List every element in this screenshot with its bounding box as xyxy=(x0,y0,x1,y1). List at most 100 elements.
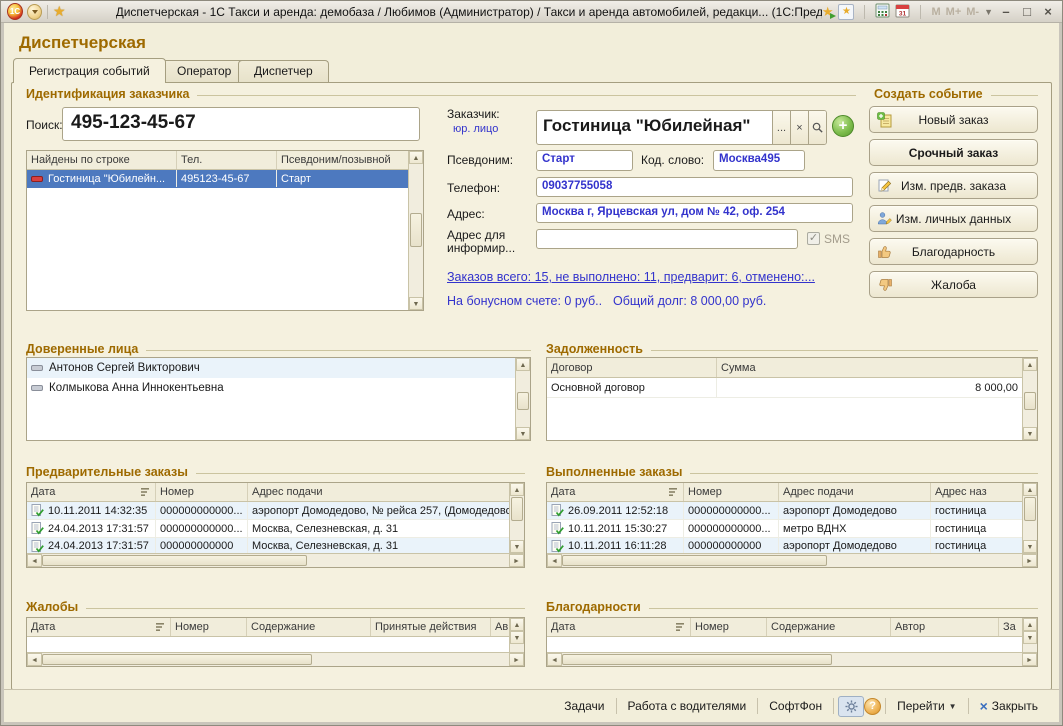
scroll-right-arrow[interactable]: ► xyxy=(509,554,524,567)
scrollbar-thumb[interactable] xyxy=(42,555,307,566)
scrollbar-thumb[interactable] xyxy=(42,654,312,665)
sms-checkbox[interactable]: ✓ xyxy=(807,232,820,245)
vertical-scrollbar[interactable]: ▲ ▼ xyxy=(1022,483,1037,553)
orders-summary-link[interactable]: Заказов всего: 15, не выполнено: 11, пре… xyxy=(447,270,815,284)
column-header-date[interactable]: Дата xyxy=(27,618,171,636)
scroll-left-arrow[interactable]: ◄ xyxy=(547,653,562,666)
close-button[interactable]: ×Закрыть xyxy=(973,696,1045,716)
memory-add-button[interactable]: M+ xyxy=(946,6,962,18)
column-header-address[interactable]: Адрес подачи xyxy=(779,483,931,501)
tab-event-registration[interactable]: Регистрация событий xyxy=(13,58,166,83)
edit-personal-data-button[interactable]: Изм. личных данных xyxy=(869,205,1038,232)
softphone-button[interactable]: СофтФон xyxy=(762,696,829,716)
scroll-down-arrow[interactable]: ▼ xyxy=(1023,631,1037,644)
edit-preliminary-order-button[interactable]: Изм. предв. заказа xyxy=(869,172,1038,199)
scrollbar-thumb[interactable] xyxy=(562,654,832,665)
scroll-right-arrow[interactable]: ► xyxy=(1022,653,1037,666)
scroll-right-arrow[interactable]: ► xyxy=(1022,554,1037,567)
goto-menu-button[interactable]: Перейти▼ xyxy=(890,696,963,716)
scroll-up-arrow[interactable]: ▲ xyxy=(516,358,530,371)
column-header-content[interactable]: Содержание xyxy=(767,618,891,636)
drivers-button[interactable]: Работа с водителями xyxy=(621,696,754,716)
scroll-down-arrow[interactable]: ▼ xyxy=(1023,540,1037,553)
scroll-left-arrow[interactable]: ◄ xyxy=(27,653,42,666)
order-row[interactable]: 24.04.2013 17:31:57 000000000000... Моск… xyxy=(27,520,524,538)
vertical-scrollbar[interactable]: ▲ ▼ xyxy=(1022,358,1037,440)
customer-type-link[interactable]: юр. лицо xyxy=(453,123,498,135)
add-favorite-icon[interactable]: ★ xyxy=(822,4,834,20)
settings-button[interactable] xyxy=(838,696,864,717)
urgent-order-button[interactable]: Срочный заказ xyxy=(869,139,1038,166)
alias-input[interactable]: Старт xyxy=(536,150,633,171)
chevron-down-icon[interactable]: ▼ xyxy=(984,7,993,17)
tasks-button[interactable]: Задачи xyxy=(557,696,611,716)
column-header-date[interactable]: Дата xyxy=(547,618,691,636)
empty-row[interactable] xyxy=(547,637,1037,653)
debt-row[interactable]: Основной договор 8 000,00 xyxy=(547,378,1037,398)
trusted-person-row[interactable]: Колмыкова Анна Иннокентьевна xyxy=(27,378,530,398)
scroll-down-arrow[interactable]: ▼ xyxy=(1023,427,1037,440)
horizontal-scrollbar[interactable]: ◄ ► xyxy=(547,553,1037,567)
column-header-number[interactable]: Номер xyxy=(156,483,248,501)
column-header-destination[interactable]: Адрес наз xyxy=(931,483,1022,501)
horizontal-scrollbar[interactable]: ◄ ► xyxy=(27,652,524,666)
scroll-down-arrow[interactable]: ▼ xyxy=(409,297,423,310)
scroll-up-arrow[interactable]: ▲ xyxy=(1023,618,1037,631)
search-icon[interactable] xyxy=(808,111,826,144)
vertical-scrollbar[interactable]: ▲ ▼ xyxy=(509,483,524,553)
scrollbar-thumb[interactable] xyxy=(410,213,422,247)
vertical-scrollbar[interactable]: ▲ ▼ xyxy=(515,358,530,440)
column-header-actions[interactable]: Принятые действия xyxy=(371,618,491,636)
favorites-list-icon[interactable]: ★ xyxy=(838,4,854,20)
favorites-star-icon[interactable]: ★ xyxy=(53,3,66,20)
phone-input[interactable]: 09037755058 xyxy=(536,177,853,197)
clear-icon[interactable]: × xyxy=(790,111,808,144)
column-header-author[interactable]: Автор xyxy=(891,618,999,636)
scrollbar-thumb[interactable] xyxy=(562,555,827,566)
column-header-date[interactable]: Дата xyxy=(27,483,156,501)
tab-operator[interactable]: Оператор xyxy=(161,60,247,82)
calculator-icon[interactable] xyxy=(875,3,890,21)
column-header-date[interactable]: Дата xyxy=(547,483,684,501)
search-input[interactable]: 495-123-45-67 xyxy=(62,107,420,141)
column-header-contract[interactable]: Договор xyxy=(547,358,717,377)
horizontal-scrollbar[interactable]: ◄ ► xyxy=(27,553,524,567)
column-header-number[interactable]: Номер xyxy=(684,483,779,501)
customer-input[interactable]: Гостиница "Юбилейная" xyxy=(537,111,772,144)
horizontal-scrollbar[interactable]: ◄ ► xyxy=(547,652,1037,666)
select-icon[interactable]: ... xyxy=(772,111,790,144)
scroll-left-arrow[interactable]: ◄ xyxy=(547,554,562,567)
help-icon[interactable]: ? xyxy=(864,698,881,715)
scroll-right-arrow[interactable]: ► xyxy=(509,653,524,666)
complaint-button[interactable]: Жалоба xyxy=(869,271,1038,298)
column-header-amount[interactable]: Сумма xyxy=(717,358,1022,377)
calendar-icon[interactable]: 31 xyxy=(895,3,910,21)
empty-row[interactable] xyxy=(27,637,524,653)
scroll-up-arrow[interactable]: ▲ xyxy=(1023,483,1037,496)
system-menu-button[interactable] xyxy=(27,4,42,20)
scrollbar-thumb[interactable] xyxy=(1024,497,1036,521)
order-row[interactable]: 10.11.2011 14:32:35 000000000000... аэро… xyxy=(27,502,524,520)
tab-dispatcher[interactable]: Диспетчер xyxy=(238,60,329,82)
vertical-scrollbar[interactable]: ▲ ▼ xyxy=(1022,618,1037,652)
order-row[interactable]: 10.11.2011 15:30:27 000000000000... метр… xyxy=(547,520,1037,538)
scroll-left-arrow[interactable]: ◄ xyxy=(27,554,42,567)
gratitude-button[interactable]: Благодарность xyxy=(869,238,1038,265)
order-row[interactable]: 26.09.2011 12:52:18 000000000000... аэро… xyxy=(547,502,1037,520)
column-header-found[interactable]: Найдены по строке xyxy=(27,151,177,169)
codeword-input[interactable]: Москва495 xyxy=(713,150,805,171)
column-header-order[interactable]: За xyxy=(999,618,1022,636)
close-window-button[interactable]: × xyxy=(1040,4,1056,19)
scroll-up-arrow[interactable]: ▲ xyxy=(409,151,423,164)
scroll-up-arrow[interactable]: ▲ xyxy=(510,483,524,496)
scroll-up-arrow[interactable]: ▲ xyxy=(1023,358,1037,371)
scrollbar-thumb[interactable] xyxy=(511,497,523,521)
add-customer-button[interactable]: + xyxy=(832,115,854,137)
minimize-button[interactable]: – xyxy=(998,4,1014,19)
scroll-down-arrow[interactable]: ▼ xyxy=(510,631,524,644)
maximize-button[interactable]: □ xyxy=(1019,4,1035,19)
vertical-scrollbar[interactable]: ▲ ▼ xyxy=(509,618,524,652)
column-header-author[interactable]: Ав xyxy=(491,618,509,636)
column-header-number[interactable]: Номер xyxy=(691,618,767,636)
new-order-button[interactable]: Новый заказ xyxy=(869,106,1038,133)
